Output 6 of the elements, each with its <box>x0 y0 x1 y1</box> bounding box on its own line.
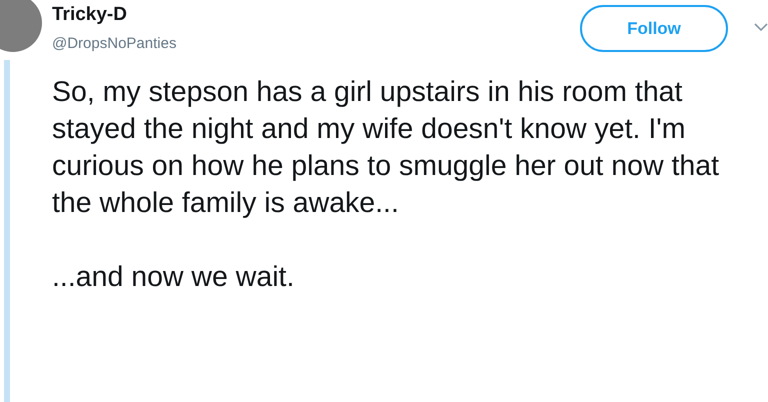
author-handle[interactable]: @DropsNoPanties <box>52 34 580 54</box>
chevron-down-icon[interactable] <box>754 22 768 32</box>
tweet-text: So, my stepson has a girl upstairs in his room that stayed the night and my wife doesn't know yet. I'm curious on how he plans to smuggle her out now that the whole family is awake... <box>52 75 720 221</box>
follow-button[interactable]: Follow <box>580 5 728 52</box>
tweet-text: ...and now we wait. <box>52 260 296 295</box>
author-name[interactable]: Tricky-D <box>52 3 580 27</box>
